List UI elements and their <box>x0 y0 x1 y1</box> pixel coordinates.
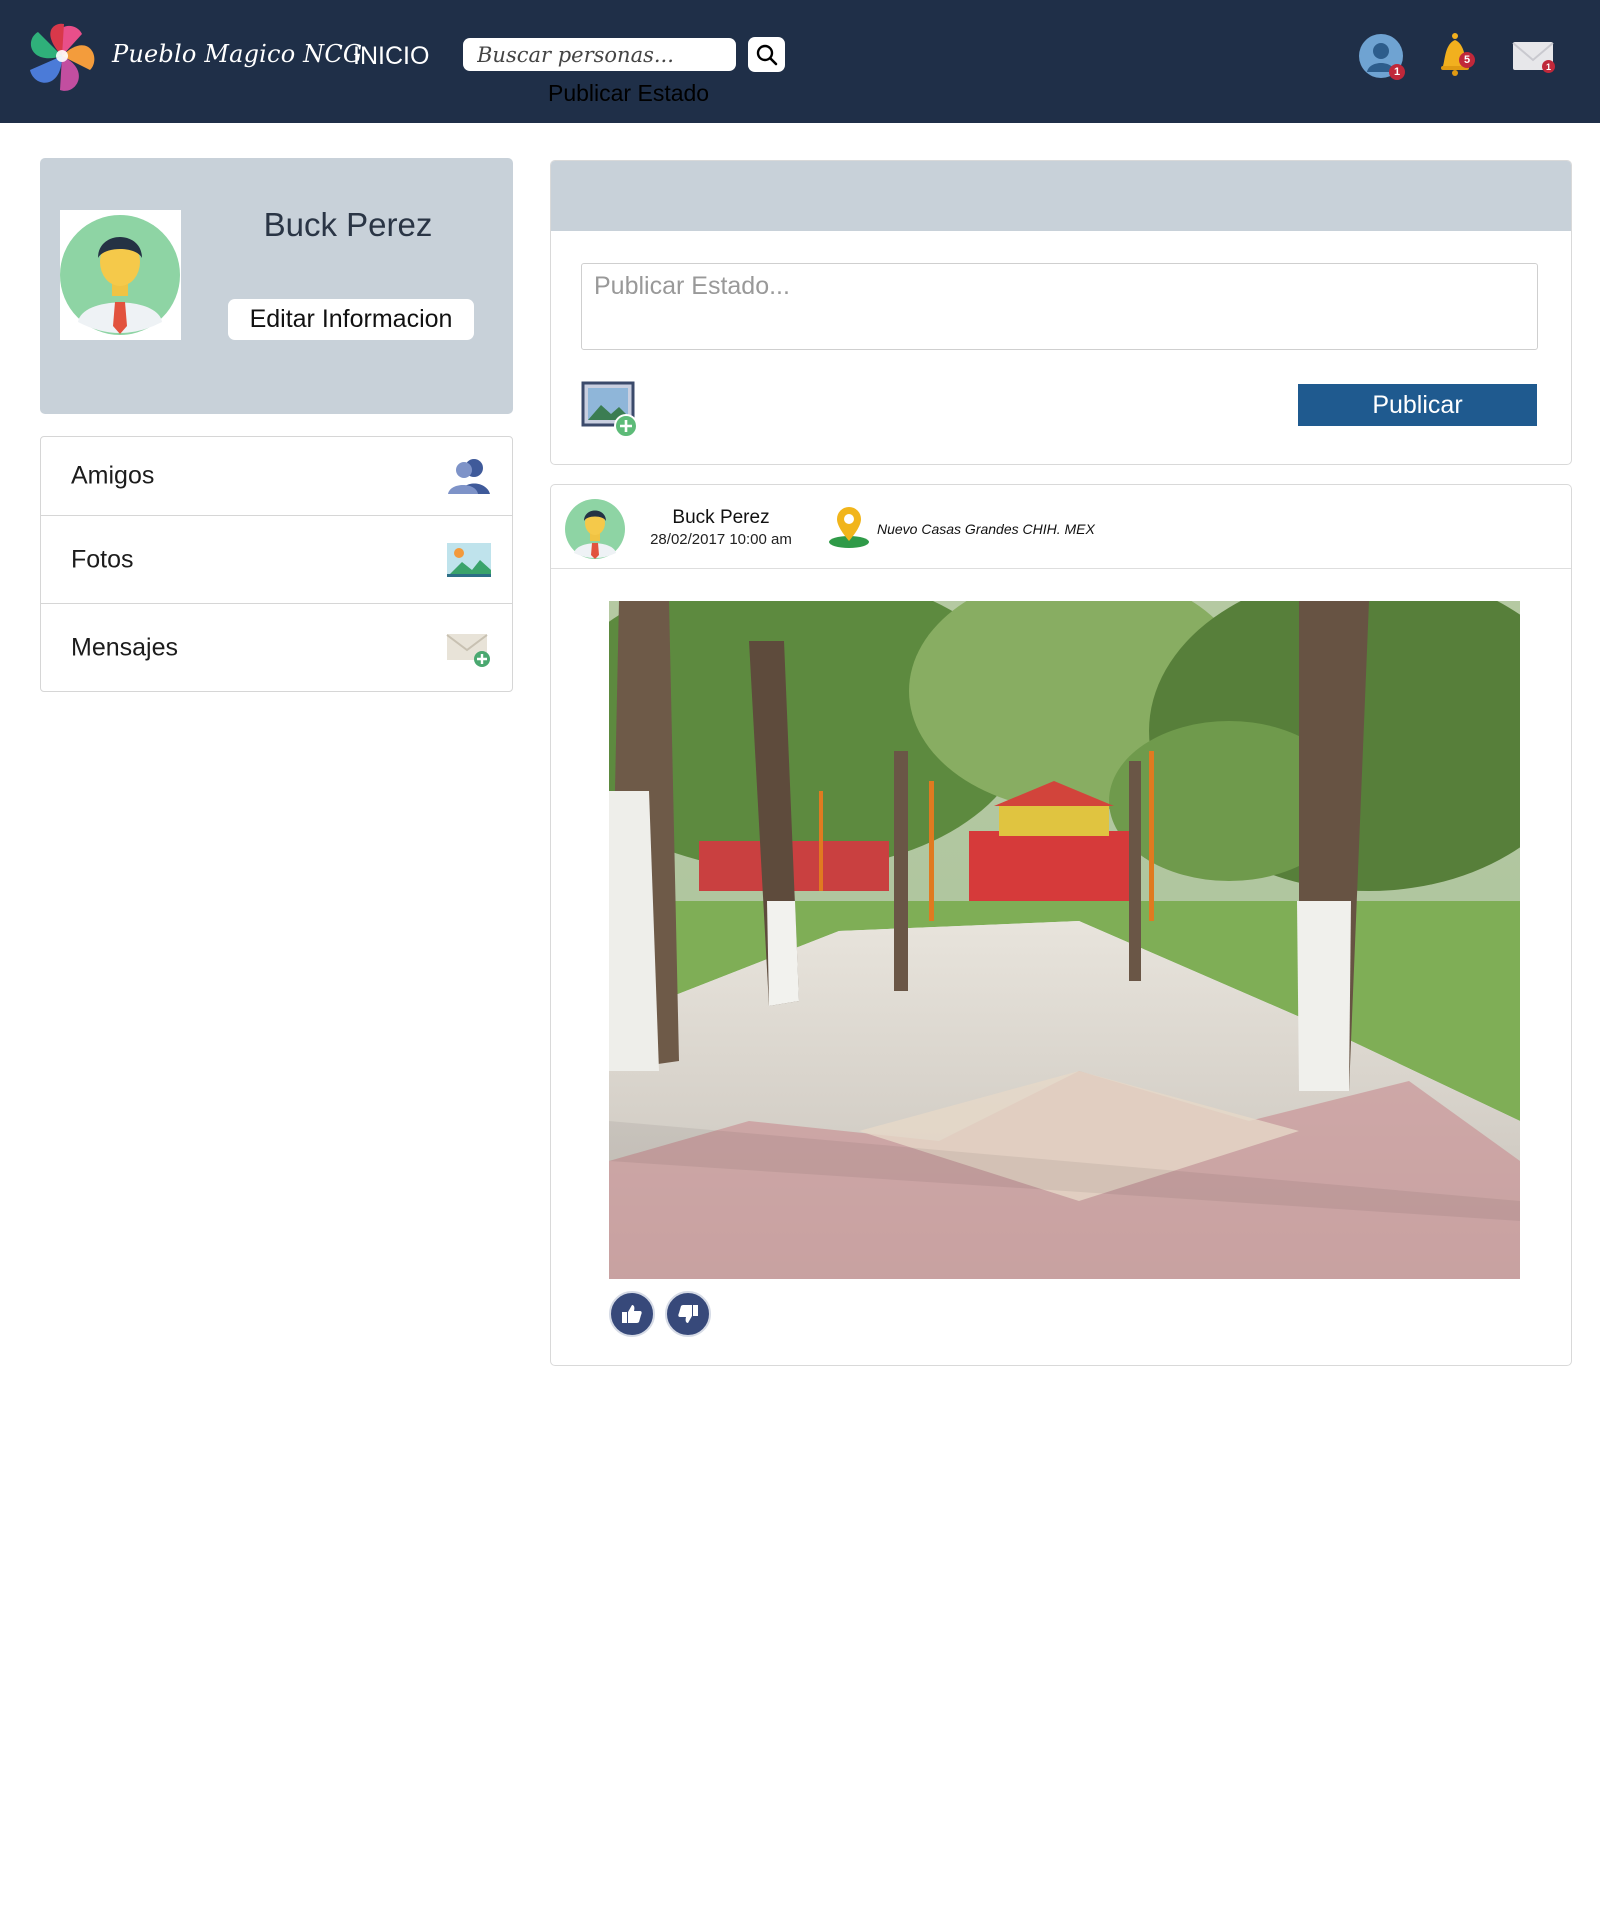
notifications-button[interactable]: 5 <box>1433 30 1485 82</box>
search-input[interactable] <box>463 38 736 71</box>
publish-status-link[interactable]: Publicar Estado <box>548 80 709 107</box>
notifications-badge: 5 <box>1459 52 1475 68</box>
nav-home-link[interactable]: INICIO <box>353 42 429 71</box>
friends-icon <box>448 459 490 494</box>
top-navbar: Pueblo Magico NCG INICIO Publicar Estado… <box>0 0 1600 123</box>
sidebar-item-label: Amigos <box>71 461 155 490</box>
post-author-name[interactable]: Buck Perez <box>641 507 801 529</box>
search-button[interactable] <box>748 37 785 72</box>
post-timestamp: 28/02/2017 10:00 am <box>650 531 792 548</box>
sidebar-item-messages[interactable]: Mensajes <box>41 603 512 691</box>
profile-card: Buck Perez Editar Informacion <box>40 158 513 414</box>
profile-badge: 1 <box>1389 64 1405 80</box>
composer-header <box>551 161 1571 231</box>
search-icon <box>756 44 777 65</box>
user-avatar-icon <box>60 215 180 335</box>
publish-button[interactable]: Publicar <box>1298 384 1537 426</box>
edit-info-button[interactable]: Editar Informacion <box>228 299 474 340</box>
sidebar-item-photos[interactable]: Fotos <box>41 515 512 603</box>
profile-menu-button[interactable]: 1 <box>1357 30 1409 82</box>
like-icon <box>622 1305 642 1323</box>
sidebar-menu: Amigos Fotos Mensajes <box>40 436 513 692</box>
post-card: Buck Perez 28/02/2017 10:00 am Nuevo Cas… <box>550 484 1572 1366</box>
dislike-icon <box>678 1305 698 1323</box>
add-photo-icon[interactable] <box>581 381 639 439</box>
dislike-button[interactable] <box>665 1291 711 1337</box>
new-message-icon <box>446 633 490 667</box>
messages-badge: 1 <box>1542 60 1555 73</box>
profile-name: Buck Perez <box>263 206 433 243</box>
sidebar-item-label: Fotos <box>71 545 134 573</box>
status-input[interactable] <box>581 263 1538 350</box>
post-author-avatar[interactable] <box>565 499 625 559</box>
post-location[interactable]: Nuevo Casas Grandes CHIH. MEX <box>877 521 1095 537</box>
envelope-icon <box>1512 42 1554 70</box>
sidebar-item-label: Mensajes <box>71 633 178 661</box>
brand-logo-icon[interactable] <box>24 18 100 94</box>
like-button[interactable] <box>609 1291 655 1337</box>
messages-button[interactable]: 1 <box>1510 30 1562 82</box>
photos-icon <box>447 542 491 577</box>
avatar[interactable] <box>60 210 181 340</box>
status-composer: Publicar <box>550 160 1572 465</box>
post-photo[interactable] <box>609 601 1520 1279</box>
sidebar-item-friends[interactable]: Amigos <box>41 437 512 515</box>
location-pin-icon <box>829 507 869 548</box>
brand-name[interactable]: Pueblo Magico NCG <box>112 40 362 68</box>
post-header: Buck Perez 28/02/2017 10:00 am Nuevo Cas… <box>551 485 1571 569</box>
